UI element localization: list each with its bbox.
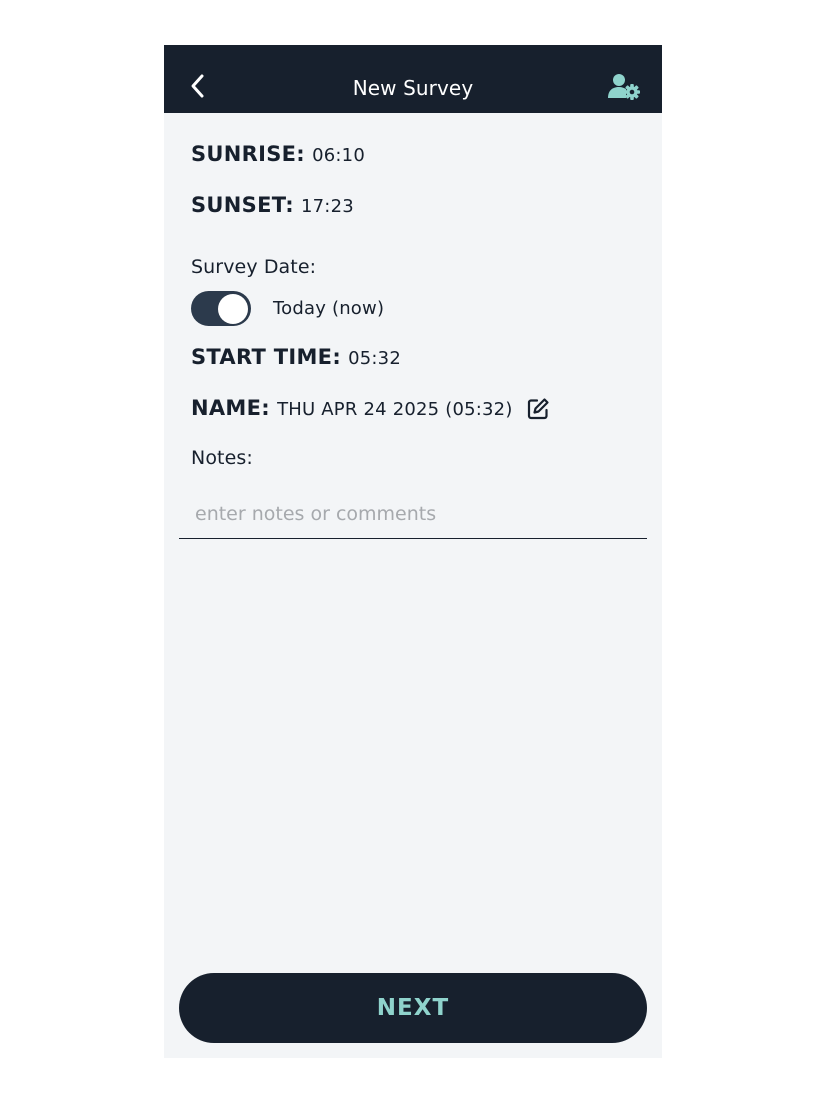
toggle-knob <box>218 293 248 324</box>
sunrise-value: 06:10 <box>312 145 365 166</box>
survey-name-row: NAME: THU APR 24 2025 (05:32) <box>191 396 513 420</box>
survey-name-value: THU APR 24 2025 (05:32) <box>277 399 513 420</box>
survey-date-label: Survey Date: <box>191 256 317 278</box>
start-time-row: START TIME: 05:32 <box>191 345 401 369</box>
edit-name-button[interactable] <box>526 397 550 421</box>
next-button[interactable]: NEXT <box>179 973 647 1043</box>
user-gear-icon <box>608 74 640 100</box>
notes-label: Notes: <box>191 447 253 469</box>
sunset-value: 17:23 <box>301 196 354 217</box>
sunset-row: SUNSET: 17:23 <box>191 193 354 217</box>
sunset-label: SUNSET: <box>191 193 294 217</box>
sunrise-label: SUNRISE: <box>191 142 306 166</box>
sunrise-row: SUNRISE: 06:10 <box>191 142 365 166</box>
survey-date-toggle-text: Today (now) <box>273 298 385 319</box>
survey-name-label: NAME: <box>191 396 270 420</box>
user-settings-button[interactable] <box>608 72 642 102</box>
survey-screen: New Survey SUNRISE: 06:10 SUNSET: 17:23 … <box>164 45 662 1058</box>
top-app-bar: New Survey <box>164 45 662 113</box>
start-time-value: 05:32 <box>348 348 401 369</box>
edit-icon <box>527 398 549 420</box>
notes-input[interactable] <box>179 489 647 539</box>
start-time-label: START TIME: <box>191 345 342 369</box>
survey-date-toggle[interactable] <box>191 291 251 326</box>
page-title: New Survey <box>352 76 474 100</box>
